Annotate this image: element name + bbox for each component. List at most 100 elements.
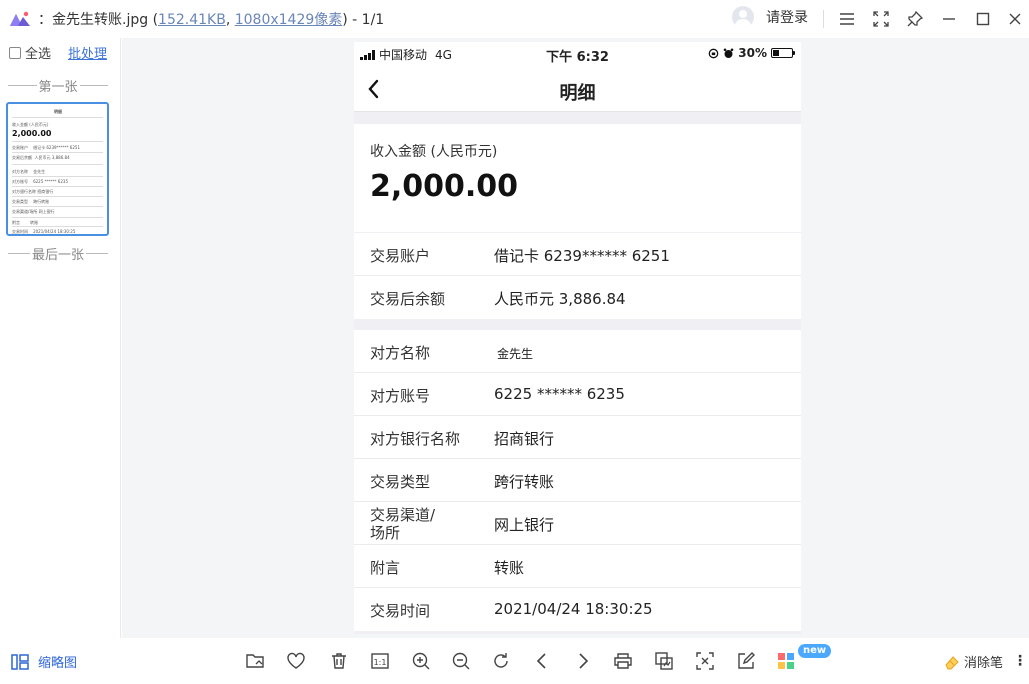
phone-status-bar: 中国移动 4G 下午 6:32 30% [354, 42, 801, 66]
new-badge: new [798, 644, 832, 658]
rotation-lock-icon [708, 48, 719, 58]
previous-icon [536, 653, 546, 669]
detail-row: 交易时间 2021/04/24 18:30:25 [354, 588, 801, 631]
receipt-image: 中国移动 4G 下午 6:32 30% 明细 收入金额 (人民币元) 2,000… [354, 42, 801, 634]
title-filename: ：金先生转账.jpg ( [38, 12, 159, 28]
detail-key: 对方账号 [370, 387, 431, 405]
thumbnails-label: 缩略图 [38, 656, 78, 671]
thumbnails-toggle-button[interactable]: 缩略图 [11, 652, 77, 671]
select-all-checkbox[interactable]: 全选 [9, 43, 51, 62]
phone-nav-bar: 明细 [354, 66, 801, 112]
minimize-button[interactable] [937, 7, 961, 31]
title-bar: ：金先生转账.jpg (152.41KB, 1080x1429像素) - 1/1… [0, 0, 1029, 38]
apps-icon [778, 653, 794, 669]
amount-label: 收入金额 (人民币元) [370, 144, 498, 160]
actual-size-button[interactable]: 1:1 [369, 650, 391, 672]
edit-button[interactable] [735, 650, 757, 672]
menu-icon [840, 13, 854, 25]
detail-value: 借记卡 6239****** 6251 [494, 247, 670, 265]
detail-value: 2021/04/24 18:30:25 [494, 600, 653, 618]
previous-button[interactable] [531, 650, 553, 672]
app-logo-icon [10, 11, 30, 26]
detail-row: 交易后余额 人民币元 3,886.84 [354, 276, 801, 319]
detail-row: 交易类型 跨行转账 [354, 459, 801, 502]
maximize-button[interactable] [971, 7, 995, 31]
detail-value: 人民币元 3,886.84 [494, 290, 626, 308]
title-page-count: ) - 1/1 [342, 12, 385, 28]
favorite-button[interactable] [285, 650, 307, 672]
next-icon [579, 653, 589, 669]
page-thumbnail[interactable]: 明细 收入金额 (人民币元) 2,000.00 交易账户 借记卡 6239***… [6, 102, 109, 236]
detail-row: 对方账号 6225 ****** 6235 [354, 373, 801, 416]
detail-row: 交易账户 借记卡 6239****** 6251 [354, 233, 801, 276]
rotate-icon [494, 653, 508, 668]
eraser-pen-button[interactable]: 消除笔 [944, 652, 1003, 671]
window-title: ：金先生转账.jpg (152.41KB, 1080x1429像素) - 1/1 [38, 9, 384, 29]
pin-icon [907, 11, 923, 27]
zoom-in-icon [412, 652, 430, 670]
dimensions-link[interactable]: 1080x1429像素 [235, 12, 343, 28]
actual-size-icon: 1:1 [371, 653, 389, 669]
detail-value: 转账 [494, 559, 525, 577]
avatar [732, 6, 754, 28]
fullscreen-button[interactable] [869, 7, 893, 31]
detail-key: 交易账户 [370, 247, 431, 265]
eraser-label: 消除笔 [964, 656, 1004, 671]
detail-value: 跨行转账 [494, 473, 555, 491]
rotate-button[interactable] [490, 650, 512, 672]
detail-key: 交易渠道/ 场所 [370, 506, 436, 542]
last-page-label: 最后一张 [6, 244, 110, 263]
first-page-label: 第一张 [6, 76, 110, 95]
more-options-button[interactable]: ⋮ [1013, 653, 1027, 669]
login-button[interactable]: 请登录 [732, 6, 808, 28]
detail-row: 对方名称 金先生 [354, 330, 801, 373]
close-button[interactable] [1003, 7, 1027, 31]
close-icon [1009, 13, 1021, 25]
thumbnail-sidebar: 全选 批处理 第一张 明细 收入金额 (人民币元) 2,000.00 交易账户 … [0, 38, 121, 638]
title-comma: , [225, 12, 235, 28]
print-button[interactable] [612, 650, 634, 672]
detail-value: 6225 ****** 6235 [494, 385, 625, 403]
alarm-icon [723, 48, 734, 58]
detail-value: 网上银行 [494, 516, 555, 534]
next-button[interactable] [572, 650, 594, 672]
detail-key: 交易后余额 [370, 290, 446, 308]
amount-value: 2,000.00 [370, 169, 519, 204]
convert-button[interactable] [653, 650, 675, 672]
fullscreen-icon [873, 11, 889, 27]
trash-icon [332, 653, 346, 669]
amount-card: 收入金额 (人民币元) 2,000.00 [354, 124, 801, 232]
detail-key: 交易类型 [370, 473, 431, 491]
detail-key: 交易时间 [370, 602, 431, 620]
zoom-out-icon [452, 652, 470, 670]
counterparty-details-card: 对方名称 金先生 对方账号 6225 ****** 6235 对方银行名称 招商… [354, 330, 801, 631]
detail-value: 金先生 [497, 347, 534, 361]
delete-button[interactable] [328, 650, 350, 672]
file-size-link[interactable]: 152.41KB [158, 12, 226, 28]
heart-icon [287, 652, 305, 669]
title-divider [823, 10, 824, 28]
select-all-label: 全选 [25, 47, 52, 62]
menu-button[interactable] [835, 7, 859, 31]
print-icon [614, 653, 632, 669]
detail-key: 对方银行名称 [370, 430, 461, 448]
checkbox-box[interactable] [9, 46, 21, 59]
detail-row: 附言 转账 [354, 545, 801, 588]
bottom-toolbar: 缩略图 1:1 new 消除笔 ⋮ [0, 638, 1029, 684]
battery-percent: 30% [738, 46, 767, 60]
detail-row: 交易渠道/ 场所 网上银行 [354, 502, 801, 545]
open-folder-button[interactable] [244, 650, 266, 672]
pin-button[interactable] [903, 7, 927, 31]
login-label: 请登录 [766, 10, 808, 26]
image-canvas[interactable]: 中国移动 4G 下午 6:32 30% 明细 收入金额 (人民币元) 2,000… [122, 38, 1029, 638]
zoom-out-button[interactable] [450, 650, 472, 672]
zoom-in-button[interactable] [410, 650, 432, 672]
thumbnails-icon [11, 653, 29, 670]
apps-button[interactable] [775, 650, 797, 672]
account-details-card: 交易账户 借记卡 6239****** 6251 交易后余额 人民币元 3,88… [354, 233, 801, 319]
batch-process-link[interactable]: 批处理 [68, 43, 107, 62]
scan-button[interactable] [694, 650, 716, 672]
detail-row: 对方银行名称 招商银行 [354, 416, 801, 459]
maximize-icon [976, 12, 990, 26]
convert-icon [655, 652, 673, 670]
